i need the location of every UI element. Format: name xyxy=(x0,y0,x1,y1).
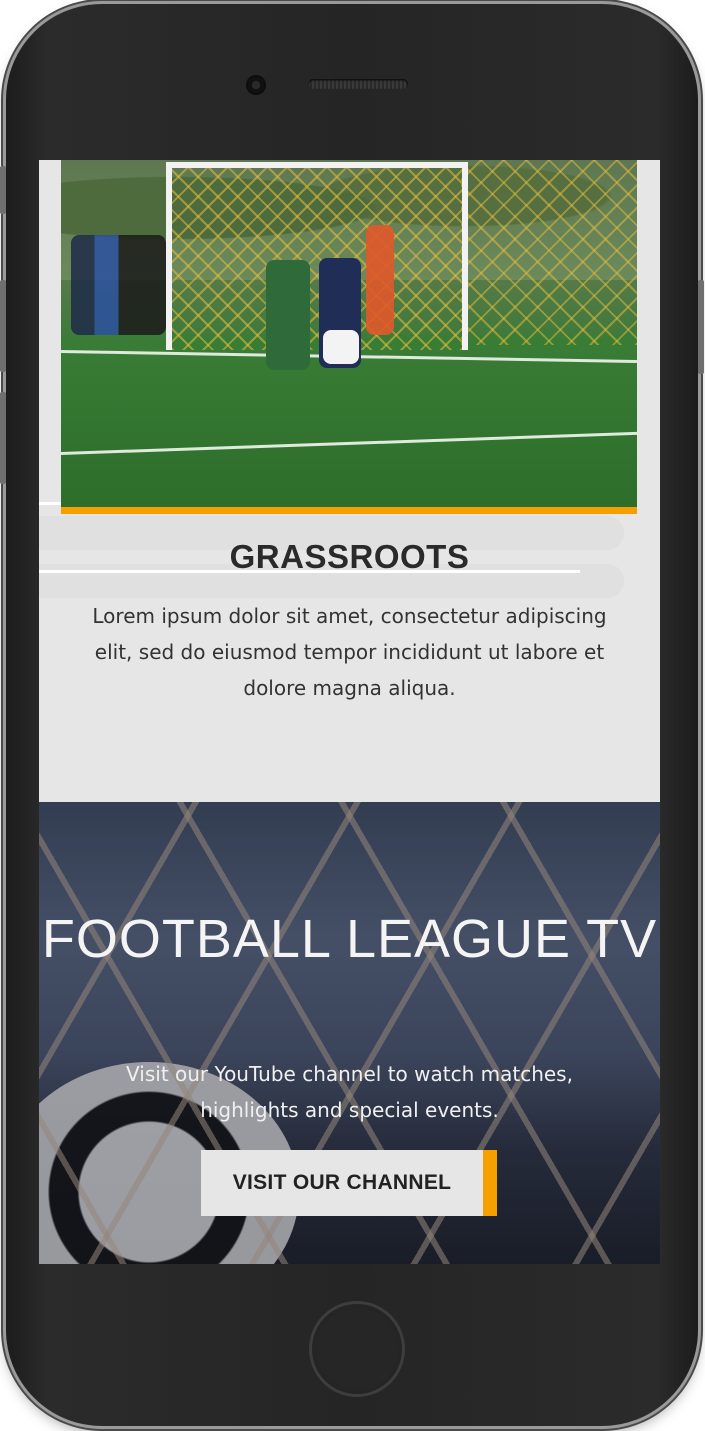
grassroots-title: GRASSROOTS xyxy=(229,538,470,575)
phone-screen: GRASSROOTS Lorem ipsum dolor sit amet, c… xyxy=(39,160,660,1264)
photo-spectator-orange xyxy=(366,225,394,335)
grassroots-photo xyxy=(61,160,637,507)
mute-switch xyxy=(0,166,6,214)
league-tv-title: FOOTBALL LEAGUE TV xyxy=(41,909,658,969)
visit-channel-button[interactable]: VISIT OUR CHANNEL xyxy=(201,1150,497,1216)
power-button xyxy=(698,280,704,374)
photo-accent-bar xyxy=(61,507,637,514)
home-button[interactable] xyxy=(309,1301,405,1397)
photo-net xyxy=(461,160,637,345)
photo-goal xyxy=(166,162,468,350)
photo-player-green xyxy=(266,260,310,370)
league-tv-description: Visit our YouTube channel to watch match… xyxy=(126,1062,573,1122)
earpiece-speaker xyxy=(308,79,408,89)
volume-up-button xyxy=(0,280,6,372)
grassroots-body: Lorem ipsum dolor sit amet, consectetur … xyxy=(92,604,607,700)
league-tv-section: FOOTBALL LEAGUE TV Visit our YouTube cha… xyxy=(39,802,660,1264)
photo-player-shorts xyxy=(323,330,359,364)
photo-spectators xyxy=(71,235,166,335)
volume-down-button xyxy=(0,392,6,484)
title-decor-line xyxy=(39,502,61,505)
front-camera xyxy=(246,75,266,95)
